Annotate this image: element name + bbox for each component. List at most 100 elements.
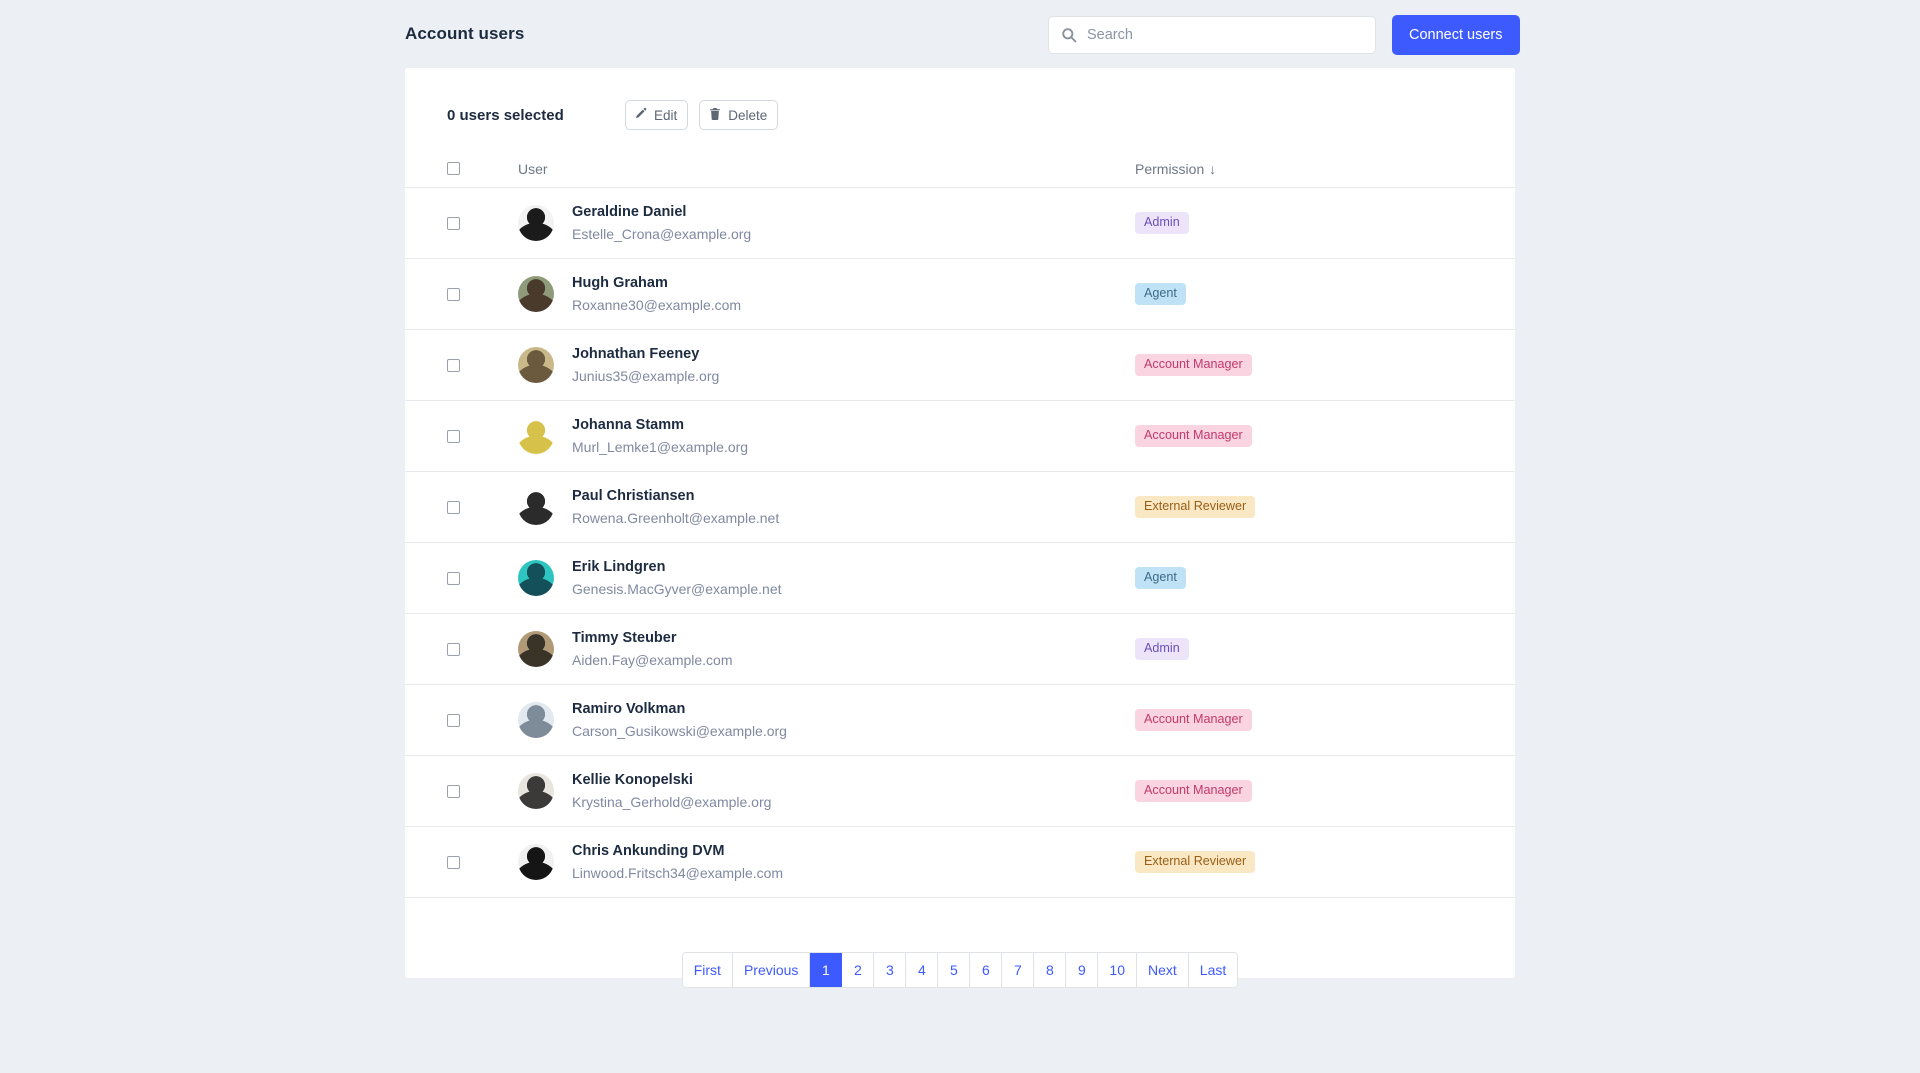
permission-badge: External Reviewer [1135,496,1256,518]
user-cell: Ramiro Volkman Carson_Gusikowski@example.… [518,700,1135,741]
permission-badge: Agent [1135,283,1186,305]
permission-cell: Admin [1135,638,1515,660]
user-text: Paul Christiansen Rowena.Greenholt@exampl… [572,487,779,528]
row-select-cell [447,571,518,585]
row-checkbox[interactable] [447,855,460,869]
row-checkbox[interactable] [447,713,460,727]
user-name: Timmy Steuber [572,629,677,646]
pagination-next[interactable]: Next [1137,953,1189,987]
row-checkbox[interactable] [447,784,460,798]
row-select-cell [447,500,518,514]
pagination-6[interactable]: 6 [970,953,1003,987]
search-input[interactable] [1087,27,1363,43]
permission-cell: Agent [1135,283,1515,305]
user-name: Johnathan Feeney [572,345,700,362]
pagination-previous[interactable]: Previous [732,953,811,987]
user-text: Geraldine Daniel Estelle_Crona@example.or… [572,203,751,244]
table-row[interactable]: Johanna Stamm Murl_Lemke1@example.org Acco… [405,401,1515,472]
user-text: Erik Lindgren Genesis.MacGyver@example.ne… [572,558,782,599]
user-cell: Kellie Konopelski Krystina_Gerhold@exampl… [518,771,1135,812]
user-email: Carson_Gusikowski@example.org [572,722,787,739]
table-row[interactable]: Paul Christiansen Rowena.Greenholt@exampl… [405,472,1515,543]
row-select-cell [447,713,518,727]
users-table: User Permission ↓ Geraldine Daniel Estell… [405,150,1515,898]
row-checkbox[interactable] [447,216,460,230]
user-cell: Timmy Steuber Aiden.Fay@example.com [518,629,1135,670]
avatar [518,418,554,454]
row-checkbox[interactable] [447,429,460,443]
select-all-checkbox[interactable] [447,162,460,175]
avatar [518,631,554,667]
permission-badge: Account Manager [1135,709,1252,731]
user-email: Estelle_Crona@example.org [572,225,752,242]
permission-badge: Agent [1135,567,1186,589]
table-row[interactable]: Geraldine Daniel Estelle_Crona@example.or… [405,188,1515,259]
pagination-first[interactable]: First [682,953,733,987]
permission-badge: Account Manager [1135,780,1252,802]
avatar [518,844,554,880]
page-title: Account users [405,24,525,43]
pagination: First Previous 1 2 3 4 5 6 7 8 9 10 Next Last [405,952,1515,988]
selection-toolbar: 0 users selected Edit Delete [447,98,789,132]
pagination-10[interactable]: 10 [1098,953,1137,987]
row-checkbox[interactable] [447,287,460,301]
user-email: Roxanne30@example.com [572,296,742,313]
user-email: Rowena.Greenholt@example.net [572,509,780,526]
permission-cell: Admin [1135,212,1515,234]
table-row[interactable]: Hugh Graham Roxanne30@example.com Agent [405,259,1515,330]
user-cell: Hugh Graham Roxanne30@example.com [518,274,1135,315]
user-email: Murl_Lemke1@example.org [572,438,749,455]
user-name: Hugh Graham [572,274,668,291]
row-checkbox[interactable] [447,642,460,656]
pagination-5[interactable]: 5 [938,953,971,987]
search-icon [1061,27,1077,43]
row-select-cell [447,784,518,798]
column-user[interactable]: User [518,161,1135,177]
row-checkbox[interactable] [447,500,460,514]
permission-badge: Admin [1135,212,1189,234]
permission-badge: Admin [1135,638,1189,660]
pagination-4[interactable]: 4 [906,953,939,987]
user-text: Johnathan Feeney Junius35@example.org [572,345,719,386]
delete-button[interactable]: Delete [699,100,779,130]
user-cell: Erik Lindgren Genesis.MacGyver@example.ne… [518,558,1135,599]
column-permission[interactable]: Permission ↓ [1135,161,1515,177]
user-name: Ramiro Volkman [572,700,686,717]
sort-descending-icon[interactable]: ↓ [1209,161,1216,177]
pagination-last[interactable]: Last [1188,953,1238,987]
pagination-8[interactable]: 8 [1034,953,1067,987]
pagination-2[interactable]: 2 [842,953,875,987]
table-row[interactable]: Johnathan Feeney Junius35@example.org Acco… [405,330,1515,401]
pencil-icon [634,107,648,124]
table-header-row: User Permission ↓ [405,150,1515,188]
permission-cell: Account Manager [1135,354,1515,376]
avatar [518,347,554,383]
edit-button[interactable]: Edit [625,100,689,130]
column-user-label: User [518,160,548,177]
permission-badge: Account Manager [1135,425,1252,447]
user-text: Chris Ankunding DVM Linwood.Fritsch34@exa… [572,842,783,883]
trash-icon [708,107,722,124]
table-row[interactable]: Kellie Konopelski Krystina_Gerhold@exampl… [405,756,1515,827]
table-row[interactable]: Chris Ankunding DVM Linwood.Fritsch34@exa… [405,827,1515,898]
table-row[interactable]: Timmy Steuber Aiden.Fay@example.com Admin [405,614,1515,685]
pagination-3[interactable]: 3 [874,953,907,987]
pagination-1[interactable]: 1 [810,953,843,987]
avatar [518,205,554,241]
user-text: Johanna Stamm Murl_Lemke1@example.org [572,416,748,457]
delete-button-label: Delete [728,107,768,123]
row-checkbox[interactable] [447,571,460,585]
avatar [518,276,554,312]
permission-cell: External Reviewer [1135,496,1515,518]
table-row[interactable]: Erik Lindgren Genesis.MacGyver@example.ne… [405,543,1515,614]
row-checkbox[interactable] [447,358,460,372]
search-box[interactable] [1048,16,1376,54]
pagination-9[interactable]: 9 [1066,953,1099,987]
avatar [518,773,554,809]
row-select-cell [447,642,518,656]
permission-cell: Account Manager [1135,425,1515,447]
permission-cell: Account Manager [1135,709,1515,731]
connect-users-button[interactable]: Connect users [1392,15,1520,55]
pagination-7[interactable]: 7 [1002,953,1035,987]
table-row[interactable]: Ramiro Volkman Carson_Gusikowski@example.… [405,685,1515,756]
